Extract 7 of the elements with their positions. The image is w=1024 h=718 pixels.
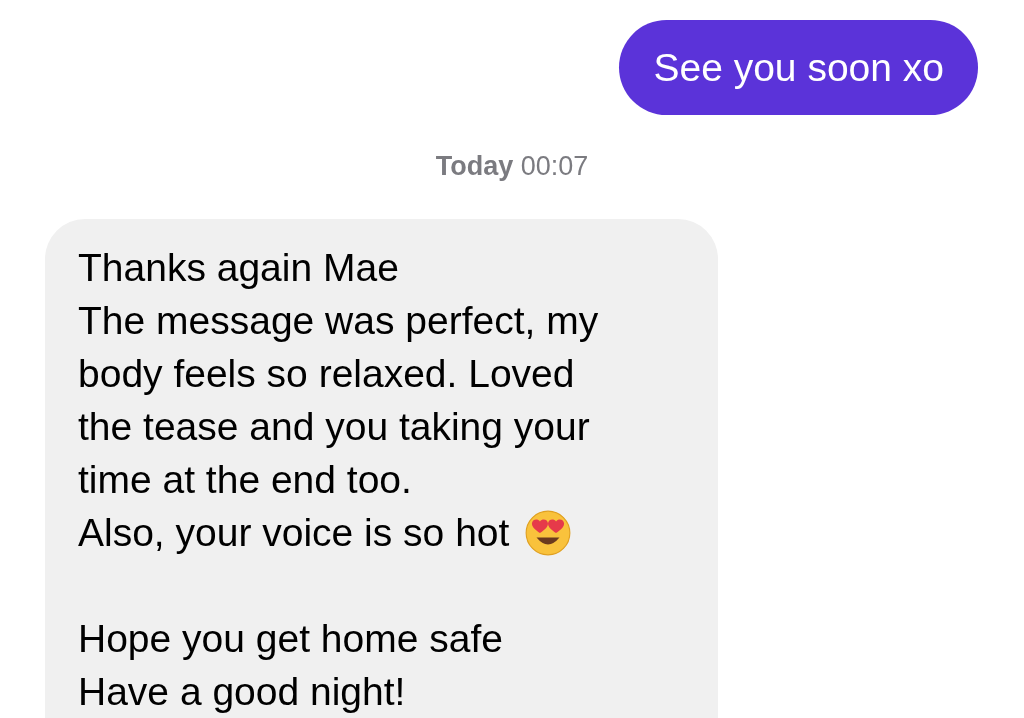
message-text: Have a good night! [78, 669, 406, 715]
message-text: The message was perfect, my body feels so relaxed. Loved the tease and you taking your time at the end too. [78, 298, 600, 503]
message-text: Also, your voice is so hot [78, 510, 510, 556]
timestamp: Today 00:07 [435, 150, 589, 183]
message-text: See you soon xo [653, 45, 944, 91]
message-text: Thanks again Mae [78, 245, 399, 291]
message-text: Hope you get home safe [78, 616, 503, 662]
